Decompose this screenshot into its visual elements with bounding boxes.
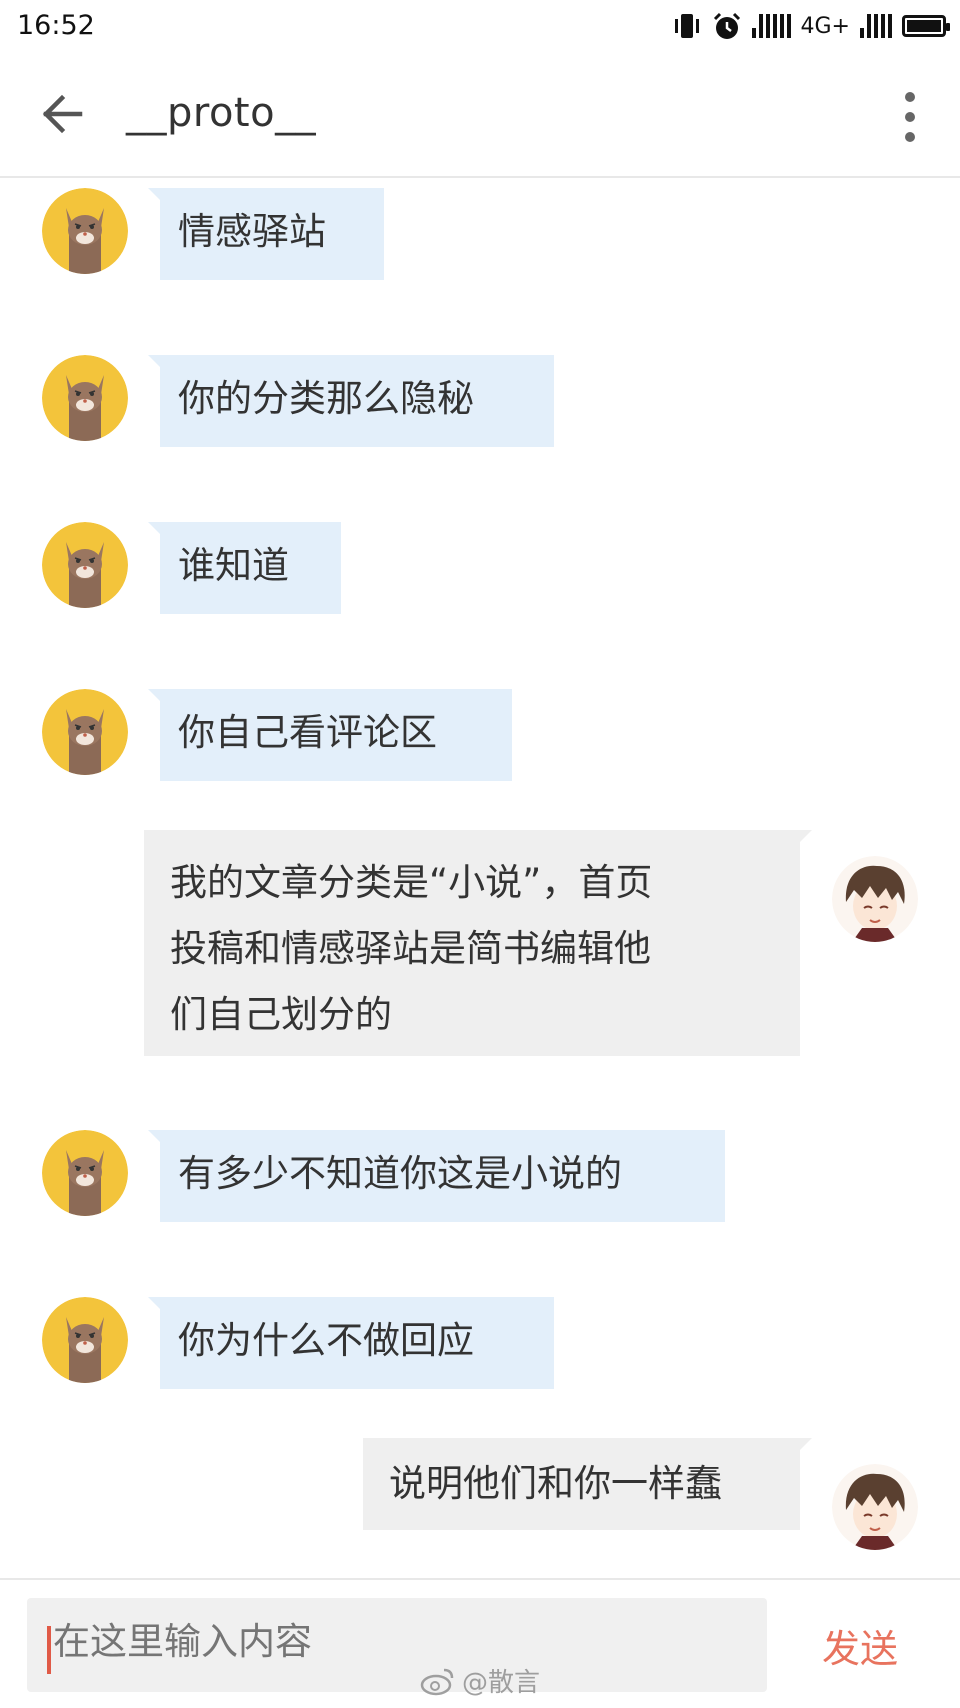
- message-input-box[interactable]: [27, 1598, 767, 1692]
- status-icons: 4G+: [672, 10, 950, 42]
- message-row: 说明他们和你一样蠢: [0, 1438, 960, 1558]
- message-row: 你的分类那么隐秘: [0, 345, 960, 455]
- chat-bubble: 情感驿站: [148, 188, 384, 280]
- cat-avatar[interactable]: [42, 355, 128, 441]
- chat-bubble: 你的分类那么隐秘: [148, 355, 554, 447]
- message-text-line: 们自己划分的: [170, 993, 392, 1036]
- message-text: 说明他们和你一样蠢: [389, 1462, 722, 1505]
- message-input[interactable]: [53, 1620, 753, 1663]
- message-row: 谁知道: [0, 512, 960, 622]
- chat-bubble: 说明他们和你一样蠢: [363, 1438, 812, 1530]
- cat-avatar[interactable]: [42, 1130, 128, 1216]
- message-text: 有多少不知道你这是小说的: [178, 1152, 622, 1195]
- message-row: 情感驿站: [0, 178, 960, 288]
- send-button[interactable]: 发送: [822, 1618, 898, 1673]
- chat-bubble: 谁知道: [148, 522, 341, 614]
- back-arrow-icon[interactable]: [38, 88, 90, 140]
- message-text-line: 我的文章分类是“小说”，首页: [170, 861, 653, 904]
- vibrate-icon: [674, 14, 699, 38]
- chat-messages: 情感驿站 你的分类那么隐秘 谁知道 你自己看评论区 我的文章分类是“小说”，首页…: [0, 178, 960, 1578]
- message-row: 你为什么不做回应: [0, 1287, 960, 1397]
- cat-avatar[interactable]: [42, 188, 128, 274]
- message-text: 谁知道: [178, 544, 289, 587]
- message-text: 你的分类那么隐秘: [178, 377, 474, 420]
- cat-avatar[interactable]: [42, 1297, 128, 1383]
- user-avatar[interactable]: [832, 1464, 918, 1550]
- message-text: 情感驿站: [178, 210, 326, 253]
- message-row: 我的文章分类是“小说”，首页 投稿和情感驿站是简书编辑他 们自己划分的: [0, 830, 960, 1070]
- more-options-icon[interactable]: [900, 92, 920, 142]
- network-type: 4G+: [800, 13, 850, 39]
- battery-icon: [902, 15, 950, 37]
- signal-icon: [751, 14, 791, 38]
- message-row: 你自己看评论区: [0, 679, 960, 789]
- weibo-logo-icon: [420, 1668, 454, 1695]
- chat-bubble: 我的文章分类是“小说”，首页 投稿和情感驿站是简书编辑他 们自己划分的: [144, 830, 812, 1056]
- text-caret: [47, 1626, 51, 1674]
- chat-bubble: 你为什么不做回应: [148, 1297, 554, 1389]
- message-row: 有多少不知道你这是小说的: [0, 1120, 960, 1230]
- chat-bubble: 你自己看评论区: [148, 689, 512, 781]
- watermark-text: @散言: [462, 1668, 541, 1698]
- chat-title: __proto__: [126, 90, 317, 136]
- alarm-icon: [713, 12, 740, 39]
- user-avatar[interactable]: [832, 856, 918, 942]
- message-text: 你为什么不做回应: [178, 1319, 474, 1362]
- cat-avatar[interactable]: [42, 689, 128, 775]
- status-time: 16:52: [17, 10, 95, 41]
- message-text-line: 投稿和情感驿站是简书编辑他: [170, 927, 651, 970]
- app-header: __proto__: [0, 52, 960, 178]
- message-text: 你自己看评论区: [178, 711, 437, 754]
- chat-bubble: 有多少不知道你这是小说的: [148, 1130, 725, 1222]
- status-bar: 16:52 4G+: [0, 0, 960, 52]
- weibo-watermark: @散言: [420, 1662, 540, 1699]
- signal-icon-2: [860, 14, 892, 38]
- cat-avatar[interactable]: [42, 522, 128, 608]
